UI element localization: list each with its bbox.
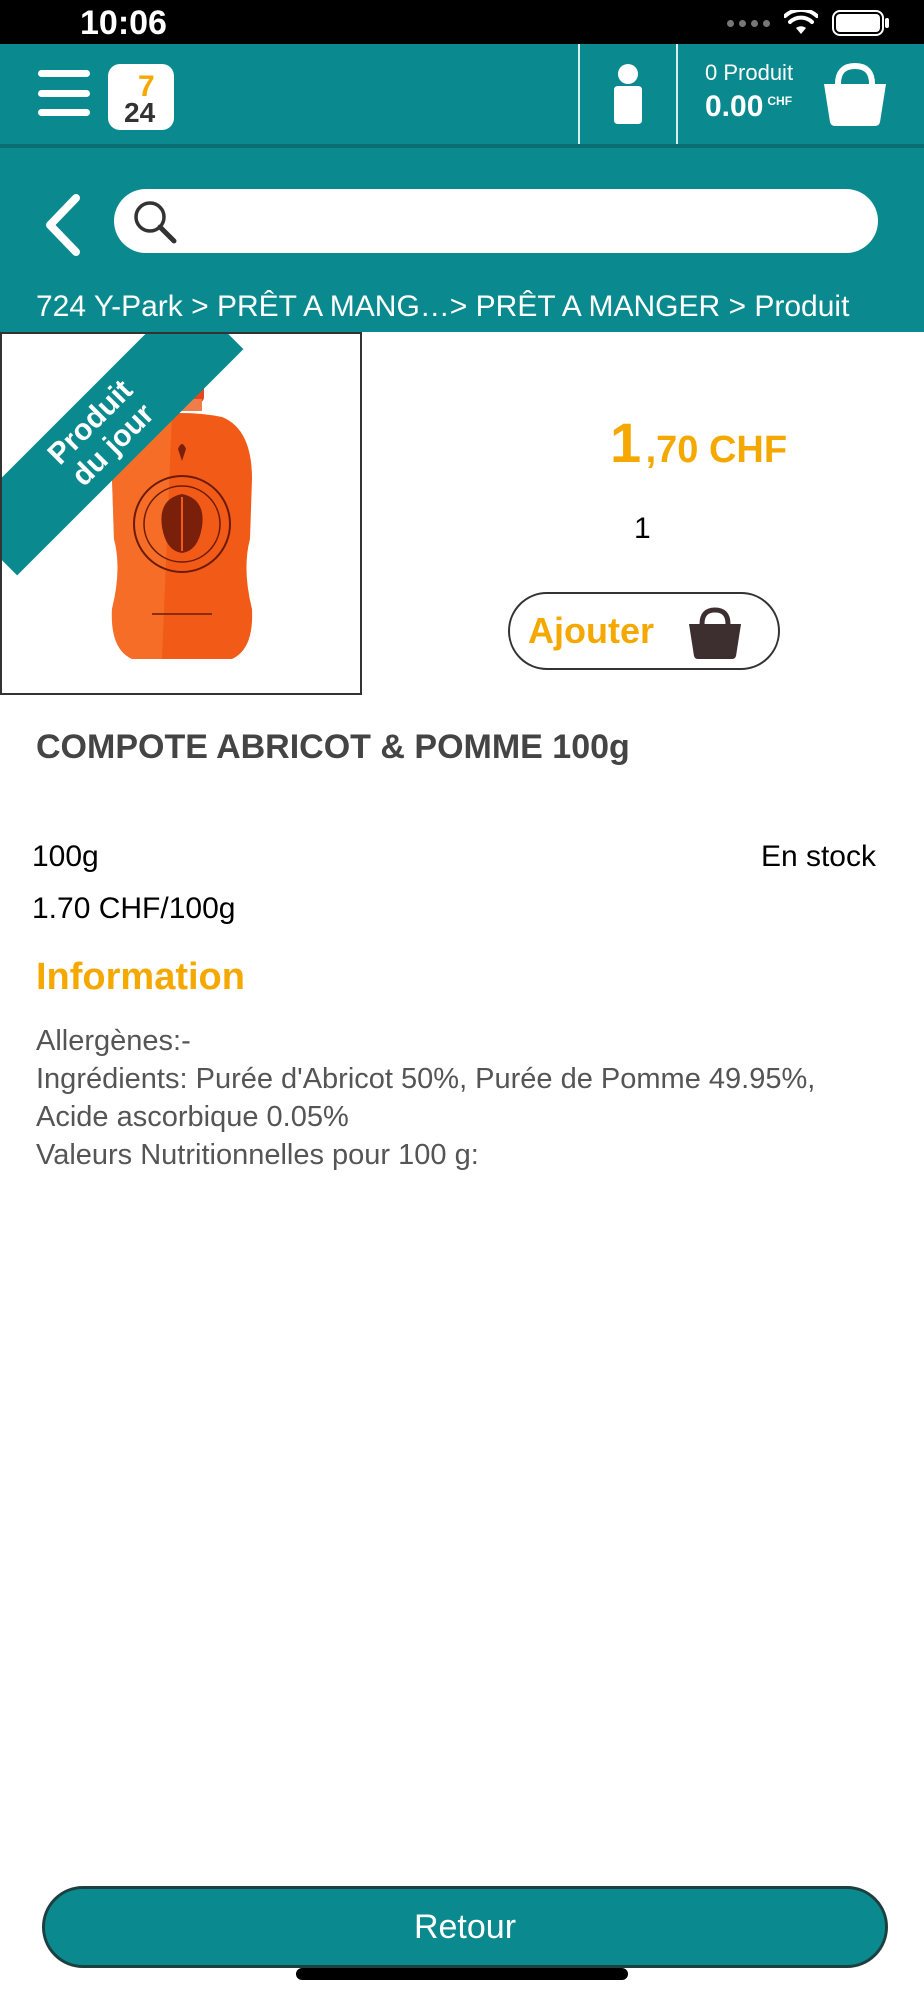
ingredients-line: Ingrédients: Purée d'Abricot 50%, Purée … bbox=[36, 1063, 816, 1133]
app-header: 7 24 0 Produit 0.00 CHF bbox=[0, 44, 924, 144]
basket-icon bbox=[824, 62, 886, 126]
status-bar: 10:06 bbox=[0, 0, 924, 44]
signal-icon bbox=[727, 19, 770, 27]
wifi-icon bbox=[784, 10, 818, 34]
search-header: 724 Y-Park > PRÊT A MANG…> PRÊT A MANGER… bbox=[0, 144, 924, 332]
product-title: COMPOTE ABRICOT & POMME 100g bbox=[36, 728, 630, 766]
information-text: Allergènes:- Ingrédients: Purée d'Abrico… bbox=[36, 1022, 886, 1174]
unit-price: 1.70 CHF/100g bbox=[32, 892, 236, 925]
header-divider bbox=[676, 44, 678, 144]
information-heading: Information bbox=[36, 956, 245, 998]
basket-button[interactable] bbox=[820, 60, 890, 128]
menu-icon[interactable] bbox=[38, 70, 90, 116]
cart-total: 0.00 CHF bbox=[705, 90, 793, 124]
battery-icon bbox=[832, 10, 889, 36]
home-indicator bbox=[296, 1968, 628, 1980]
product-price: 1 ,70 CHF bbox=[610, 410, 787, 475]
search-input[interactable] bbox=[194, 199, 854, 243]
status-time: 10:06 bbox=[80, 4, 167, 42]
chevron-left-icon bbox=[46, 194, 80, 256]
back-retour-button[interactable]: Retour bbox=[42, 1886, 888, 1968]
stock-status: En stock bbox=[760, 840, 876, 873]
user-icon bbox=[614, 64, 642, 124]
price-integer: 1 bbox=[610, 411, 642, 474]
svg-text:24: 24 bbox=[124, 97, 156, 128]
search-icon[interactable] bbox=[130, 197, 180, 247]
cart-count: 0 Produit bbox=[705, 60, 794, 85]
breadcrumb[interactable]: 724 Y-Park > PRÊT A MANG…> PRÊT A MANGER… bbox=[36, 290, 849, 324]
add-to-cart-label: Ajouter bbox=[528, 610, 654, 651]
account-button[interactable] bbox=[580, 44, 676, 144]
app-logo[interactable]: 7 24 bbox=[108, 64, 174, 130]
price-decimal: ,70 CHF bbox=[645, 429, 788, 471]
cart-summary[interactable]: 0 Produit 0.00 CHF bbox=[705, 60, 793, 124]
product-weight: 100g bbox=[32, 840, 99, 873]
basket-icon bbox=[689, 607, 741, 659]
search-bar[interactable] bbox=[114, 189, 878, 253]
logo-icon: 7 24 bbox=[124, 70, 156, 128]
quantity-value[interactable]: 1 bbox=[634, 512, 651, 546]
nutrition-line: Valeurs Nutritionnelles pour 100 g: bbox=[36, 1139, 479, 1171]
cart-total-value: 0.00 bbox=[705, 90, 764, 123]
allergens-line: Allergènes:- bbox=[36, 1025, 191, 1057]
status-icons bbox=[727, 10, 890, 36]
cart-currency: CHF bbox=[767, 94, 793, 108]
back-button[interactable] bbox=[38, 190, 88, 260]
product-image[interactable]: Produit du jour bbox=[0, 332, 362, 695]
add-to-cart-button[interactable]: Ajouter bbox=[508, 592, 780, 670]
